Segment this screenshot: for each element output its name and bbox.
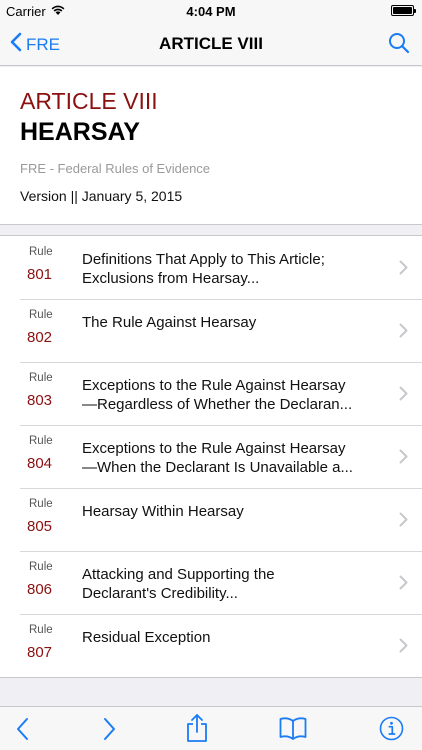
rule-number: 805 [27, 518, 53, 535]
rule-word: Rule [29, 561, 53, 573]
battery-icon [391, 5, 416, 16]
rule-word: Rule [29, 498, 53, 510]
rule-number: 802 [27, 329, 53, 346]
navigation-bar: FRE ARTICLE VIII [0, 22, 422, 66]
forward-arrow-icon[interactable] [102, 717, 116, 746]
rule-word: Rule [29, 624, 53, 636]
list-item-rule-804[interactable]: Rule 804 Exceptions to the Rule Against … [0, 425, 422, 488]
rule-title: Residual Exception [82, 628, 382, 647]
chevron-right-icon [399, 512, 408, 532]
nav-title: ARTICLE VIII [159, 34, 263, 53]
book-icon[interactable] [279, 716, 307, 745]
rule-title-line-1: The Rule Against Hearsay [82, 314, 257, 331]
back-button[interactable]: FRE [10, 32, 60, 57]
chevron-right-icon [399, 323, 408, 343]
list-item-rule-803[interactable]: Rule 803 Exceptions to the Rule Against … [0, 362, 422, 425]
rule-word: Rule [29, 435, 53, 447]
rule-title: Hearsay Within Hearsay [82, 502, 382, 521]
info-icon[interactable] [379, 716, 404, 746]
rule-word: Rule [29, 246, 53, 258]
rules-list: Rule 801 Definitions That Apply to This … [0, 235, 422, 678]
status-time: 4:04 PM [186, 4, 236, 19]
rule-title-line-2: —Regardless of Whether the Declaran... [82, 396, 353, 413]
rule-title-line-1: Attacking and Supporting the [82, 566, 275, 583]
article-number: ARTICLE VIII [20, 88, 158, 114]
chevron-right-icon [399, 386, 408, 406]
chevron-right-icon [399, 638, 408, 658]
source-label: FRE - Federal Rules of Evidence [20, 161, 211, 176]
rule-title-line-2: Declarant's Credibility... [82, 585, 238, 602]
chevron-right-icon [399, 575, 408, 595]
search-icon[interactable] [388, 32, 410, 59]
rule-title: The Rule Against Hearsay [82, 313, 382, 332]
rule-number: 807 [27, 644, 53, 661]
rule-title-line-1: Exceptions to the Rule Against Hearsay [82, 377, 346, 394]
status-bar: Carrier 4:04 PM [0, 0, 422, 22]
list-item-rule-806[interactable]: Rule 806 Attacking and Supporting the De… [0, 551, 422, 614]
rule-title: Attacking and Supporting the Declarant's… [82, 565, 382, 603]
rule-number: 803 [27, 392, 53, 409]
rule-title-line-2: —When the Declarant Is Unavailable a... [82, 459, 353, 476]
list-item-rule-801[interactable]: Rule 801 Definitions That Apply to This … [0, 236, 422, 299]
back-arrow-icon[interactable] [16, 717, 30, 746]
rule-title-line-1: Hearsay Within Hearsay [82, 503, 244, 520]
rule-number: 806 [27, 581, 53, 598]
rule-word: Rule [29, 372, 53, 384]
share-icon[interactable] [186, 713, 208, 748]
article-header: ARTICLE VIII HEARSAY FRE - Federal Rules… [0, 67, 422, 225]
rule-word: Rule [29, 309, 53, 321]
rule-number: 804 [27, 455, 53, 472]
chevron-right-icon [399, 260, 408, 280]
bottom-toolbar [0, 706, 422, 750]
list-item-rule-807[interactable]: Rule 807 Residual Exception [0, 614, 422, 677]
chevron-left-icon [10, 32, 22, 57]
list-item-rule-802[interactable]: Rule 802 The Rule Against Hearsay [0, 299, 422, 362]
rule-title-line-1: Residual Exception [82, 629, 211, 646]
rule-title-line-1: Exceptions to the Rule Against Hearsay [82, 440, 346, 457]
rule-title: Exceptions to the Rule Against Hearsay —… [82, 439, 382, 477]
list-item-rule-805[interactable]: Rule 805 Hearsay Within Hearsay [0, 488, 422, 551]
rule-number: 801 [27, 266, 53, 283]
article-title: HEARSAY [20, 118, 140, 146]
rule-title-line-2: Exclusions from Hearsay... [82, 270, 260, 287]
rule-title: Definitions That Apply to This Article; … [82, 250, 382, 288]
chevron-right-icon [399, 449, 408, 469]
version-label: Version || January 5, 2015 [20, 188, 183, 204]
rule-title: Exceptions to the Rule Against Hearsay —… [82, 376, 382, 414]
rule-title-line-1: Definitions That Apply to This Article; [82, 251, 325, 268]
back-button-label: FRE [26, 34, 60, 54]
